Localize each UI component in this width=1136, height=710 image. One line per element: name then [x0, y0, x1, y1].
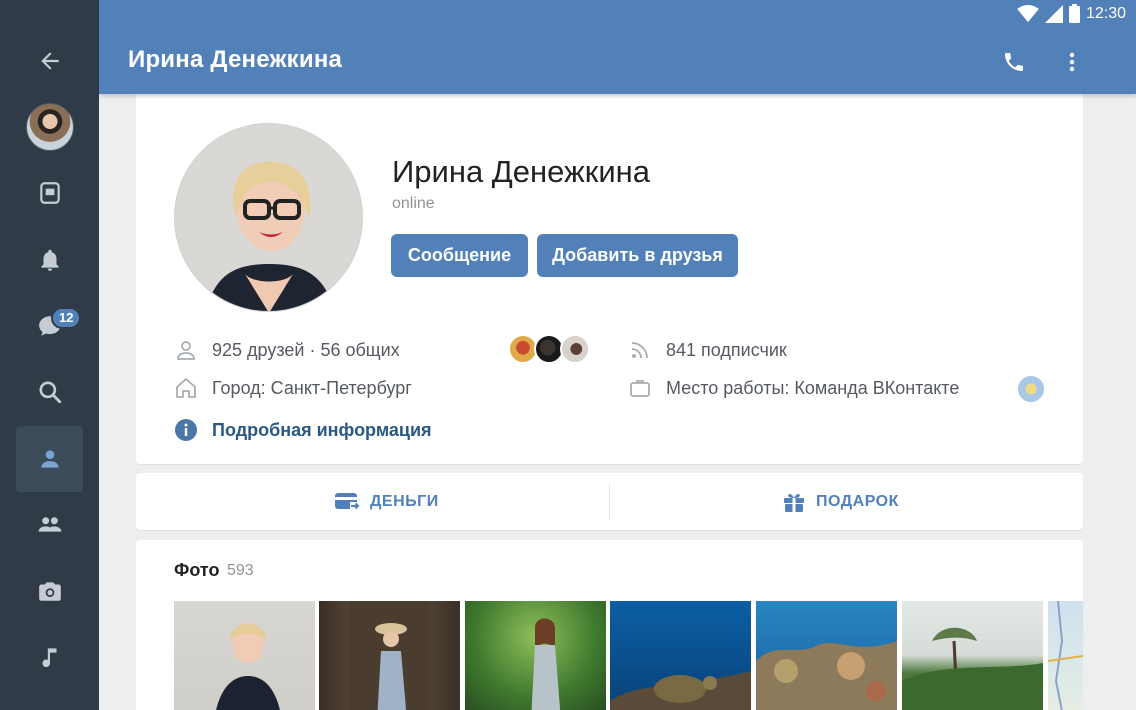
- gift-icon: [784, 493, 804, 512]
- city-text: Город: Санкт-Петербург: [212, 377, 412, 398]
- wifi-icon: [1017, 4, 1039, 22]
- followers-row[interactable]: 841 подписчик: [628, 338, 787, 362]
- photo-thumbnail[interactable]: [1047, 600, 1084, 710]
- followers-count: 841 подписчик: [666, 339, 787, 360]
- nav-notifications[interactable]: [16, 227, 83, 293]
- photo-thumbnail[interactable]: [756, 601, 897, 710]
- nav-profile[interactable]: [16, 426, 83, 492]
- photo-portrait: [216, 623, 280, 710]
- work-group-avatar[interactable]: [1016, 374, 1046, 404]
- user-avatar[interactable]: [26, 103, 74, 151]
- camera-icon: [38, 582, 61, 601]
- profile-name: Ирина Денежкина: [392, 154, 651, 189]
- back-button[interactable]: [16, 28, 83, 94]
- nav-news[interactable]: [16, 160, 83, 226]
- photos-title[interactable]: Фото: [174, 560, 219, 581]
- money-label: ДЕНЬГИ: [370, 492, 439, 510]
- search-icon: [38, 381, 61, 404]
- more-menu-button[interactable]: [1057, 47, 1087, 77]
- photo-doorway: [349, 601, 429, 710]
- online-status: online: [392, 195, 435, 212]
- rss-icon: [631, 342, 648, 359]
- nav-photos[interactable]: [16, 558, 83, 624]
- briefcase-icon: [630, 380, 650, 397]
- nav-rail: 12: [0, 0, 99, 710]
- profile-photo: [175, 124, 362, 311]
- divider: [609, 484, 610, 519]
- photos-count: 593: [227, 562, 254, 579]
- more-vertical-icon: [1069, 52, 1075, 72]
- gift-label: ПОДАРОК: [816, 492, 899, 510]
- money-transfer-icon: [335, 492, 360, 510]
- messages-badge: 12: [51, 307, 82, 329]
- bell-icon: [40, 249, 59, 271]
- actions-card: ДЕНЬГИ ПОДАРОК: [136, 473, 1083, 530]
- status-bar: 12:30: [1017, 4, 1126, 23]
- profile-card: Ирина Денежкина online Сообщение Добавит…: [136, 80, 1083, 464]
- photo-thumbnail[interactable]: [902, 601, 1043, 710]
- signal-icon: [1044, 4, 1063, 23]
- photo-jungle: [902, 627, 1043, 710]
- photo-thumbnail[interactable]: [465, 601, 606, 710]
- photo-forest: [531, 618, 561, 710]
- more-info-row[interactable]: Подробная информация: [174, 418, 432, 442]
- back-arrow-icon: [40, 52, 59, 70]
- friends-count: 925 друзей · 56 общих: [212, 339, 400, 360]
- friends-row[interactable]: 925 друзей · 56 общих: [174, 338, 400, 362]
- more-info-link[interactable]: Подробная информация: [212, 420, 432, 441]
- nav-search[interactable]: [16, 359, 83, 425]
- photo-thumbnail[interactable]: [174, 601, 315, 710]
- info-icon: [175, 419, 197, 441]
- work-row[interactable]: Место работы: Команда ВКонтакте: [628, 376, 959, 400]
- friends-icon: [38, 517, 61, 532]
- nav-friends[interactable]: [16, 491, 83, 557]
- person-icon: [177, 341, 195, 360]
- phone-icon: [1005, 53, 1023, 71]
- photos-card: Фото 593: [136, 540, 1084, 710]
- work-text: Место работы: Команда ВКонтакте: [666, 377, 960, 398]
- message-button[interactable]: Сообщение: [391, 234, 528, 277]
- photo-thumbnail[interactable]: [610, 601, 751, 710]
- add-friend-button[interactable]: Добавить в друзья: [537, 234, 738, 277]
- battery-icon: [1068, 4, 1080, 23]
- nav-music[interactable]: [16, 624, 83, 690]
- gift-button[interactable]: ПОДАРОК: [782, 473, 899, 530]
- photo-turtle: [610, 671, 751, 710]
- photo-map: [1047, 600, 1084, 710]
- mutual-friend-avatar[interactable]: [560, 334, 590, 364]
- call-button[interactable]: [999, 47, 1029, 77]
- news-icon: [39, 182, 60, 204]
- app-bar: 12:30 Ирина Денежкина: [99, 0, 1136, 94]
- page-title: Ирина Денежкина: [128, 46, 343, 73]
- profile-icon: [40, 450, 59, 468]
- city-row: Город: Санкт-Петербург: [174, 376, 412, 400]
- status-time: 12:30: [1085, 4, 1126, 22]
- photo-coral-reef: [756, 641, 897, 710]
- home-icon: [176, 378, 196, 398]
- money-button[interactable]: ДЕНЬГИ: [334, 473, 439, 530]
- profile-avatar[interactable]: [174, 123, 363, 312]
- photo-thumbnail[interactable]: [319, 601, 460, 710]
- music-icon: [41, 648, 56, 668]
